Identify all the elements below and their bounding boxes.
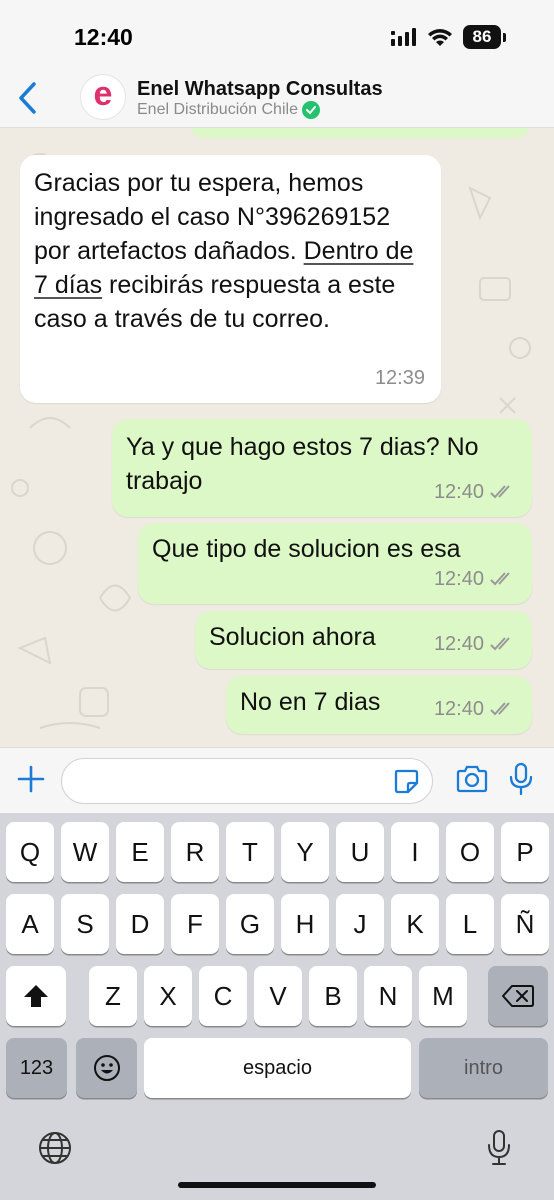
message-text: Solucion ahora — [209, 623, 376, 651]
verified-badge-icon — [301, 101, 320, 119]
message-time: 12:40 — [433, 481, 484, 503]
message-time: 12:40 — [433, 698, 484, 720]
key[interactable]: M — [419, 966, 467, 1026]
message-incoming[interactable]: Gracias por tu espera, hemos ingresado e… — [20, 155, 441, 403]
key[interactable]: Z — [89, 966, 137, 1026]
key[interactable]: K — [391, 894, 439, 954]
backspace-key[interactable] — [488, 966, 548, 1026]
key[interactable]: D — [116, 894, 164, 954]
message-input-bar — [0, 747, 554, 813]
shift-icon — [24, 985, 48, 1007]
message-outgoing[interactable]: Ya y que hago estos 7 dias? No trabajo 1… — [112, 419, 532, 517]
previous-message — [190, 128, 530, 138]
key[interactable]: V — [254, 966, 302, 1026]
message-outgoing[interactable]: No en 7 dias 12:40 — [226, 676, 532, 734]
return-key[interactable]: intro — [419, 1038, 548, 1098]
status-time: 12:40 — [74, 24, 133, 50]
key[interactable]: X — [144, 966, 192, 1026]
key[interactable]: N — [364, 966, 412, 1026]
message-text: Ya y que hago estos 7 dias? No trabajo — [126, 433, 479, 495]
key[interactable]: C — [199, 966, 247, 1026]
sticker-icon[interactable] — [392, 767, 420, 795]
signal-icon — [391, 28, 416, 46]
key[interactable]: S — [61, 894, 109, 954]
key[interactable]: P — [501, 822, 549, 882]
key[interactable]: A — [6, 894, 54, 954]
chat-area[interactable]: Gracias por tu espera, hemos ingresado e… — [0, 128, 554, 747]
dictation-icon[interactable] — [486, 1129, 512, 1167]
key[interactable]: W — [61, 822, 109, 882]
emoji-icon — [93, 1055, 120, 1081]
read-receipt-icon — [490, 702, 510, 716]
key[interactable]: G — [226, 894, 274, 954]
space-key[interactable]: espacio — [144, 1038, 411, 1098]
key[interactable]: L — [446, 894, 494, 954]
emoji-key[interactable] — [76, 1038, 137, 1098]
back-chevron-icon[interactable] — [14, 78, 42, 118]
key[interactable]: R — [171, 822, 219, 882]
microphone-icon[interactable] — [508, 762, 534, 796]
read-receipt-icon — [490, 485, 510, 499]
message-time: 12:40 — [433, 568, 484, 590]
key[interactable]: U — [336, 822, 384, 882]
chat-subtitle[interactable]: Enel Distribución Chile — [137, 101, 320, 119]
keyboard: Q W E R T Y U I O P A S D F G H J K L Ñ … — [0, 813, 554, 1200]
plus-icon[interactable] — [16, 764, 46, 794]
shift-key[interactable] — [6, 966, 66, 1026]
avatar-logo: e — [93, 75, 113, 113]
camera-icon[interactable] — [455, 764, 489, 794]
key[interactable]: Q — [6, 822, 54, 882]
home-indicator[interactable] — [178, 1182, 376, 1188]
key[interactable]: H — [281, 894, 329, 954]
message-meta: 12:40 — [434, 627, 516, 661]
message-text: No en 7 dias — [240, 688, 381, 716]
key[interactable]: E — [116, 822, 164, 882]
numbers-key[interactable]: 123 — [6, 1038, 67, 1098]
message-outgoing[interactable]: Solucion ahora 12:40 — [195, 611, 532, 669]
message-input[interactable] — [61, 758, 433, 804]
status-icons: 86 — [391, 24, 506, 50]
chat-subtitle-text: Enel Distribución Chile — [137, 101, 298, 118]
message-time: 12:40 — [433, 633, 484, 655]
key[interactable]: Y — [281, 822, 329, 882]
wifi-icon — [428, 29, 452, 46]
message-outgoing[interactable]: Que tipo de solucion es esa 12:40 — [138, 523, 532, 604]
globe-icon[interactable] — [38, 1131, 72, 1165]
key[interactable]: J — [336, 894, 384, 954]
key[interactable]: T — [226, 822, 274, 882]
battery-tip — [503, 32, 506, 42]
read-receipt-icon — [490, 637, 510, 651]
message-meta: 12:40 — [434, 475, 516, 509]
status-bar: 12:40 86 — [0, 0, 554, 72]
read-receipt-icon — [490, 572, 510, 586]
avatar[interactable]: e — [80, 74, 126, 120]
key[interactable]: Ñ — [501, 894, 549, 954]
key[interactable]: B — [309, 966, 357, 1026]
message-text: Que tipo de solucion es esa — [152, 535, 461, 563]
backspace-icon — [502, 985, 534, 1007]
key[interactable]: F — [171, 894, 219, 954]
key[interactable]: I — [391, 822, 439, 882]
message-meta: 12:40 — [434, 692, 516, 726]
chat-header: e Enel Whatsapp Consultas Enel Distribuc… — [0, 72, 554, 128]
key[interactable]: O — [446, 822, 494, 882]
message-time: 12:39 — [374, 367, 425, 389]
chat-title[interactable]: Enel Whatsapp Consultas — [137, 78, 383, 101]
message-meta: 12:40 — [434, 562, 516, 596]
battery-indicator: 86 — [463, 25, 501, 49]
